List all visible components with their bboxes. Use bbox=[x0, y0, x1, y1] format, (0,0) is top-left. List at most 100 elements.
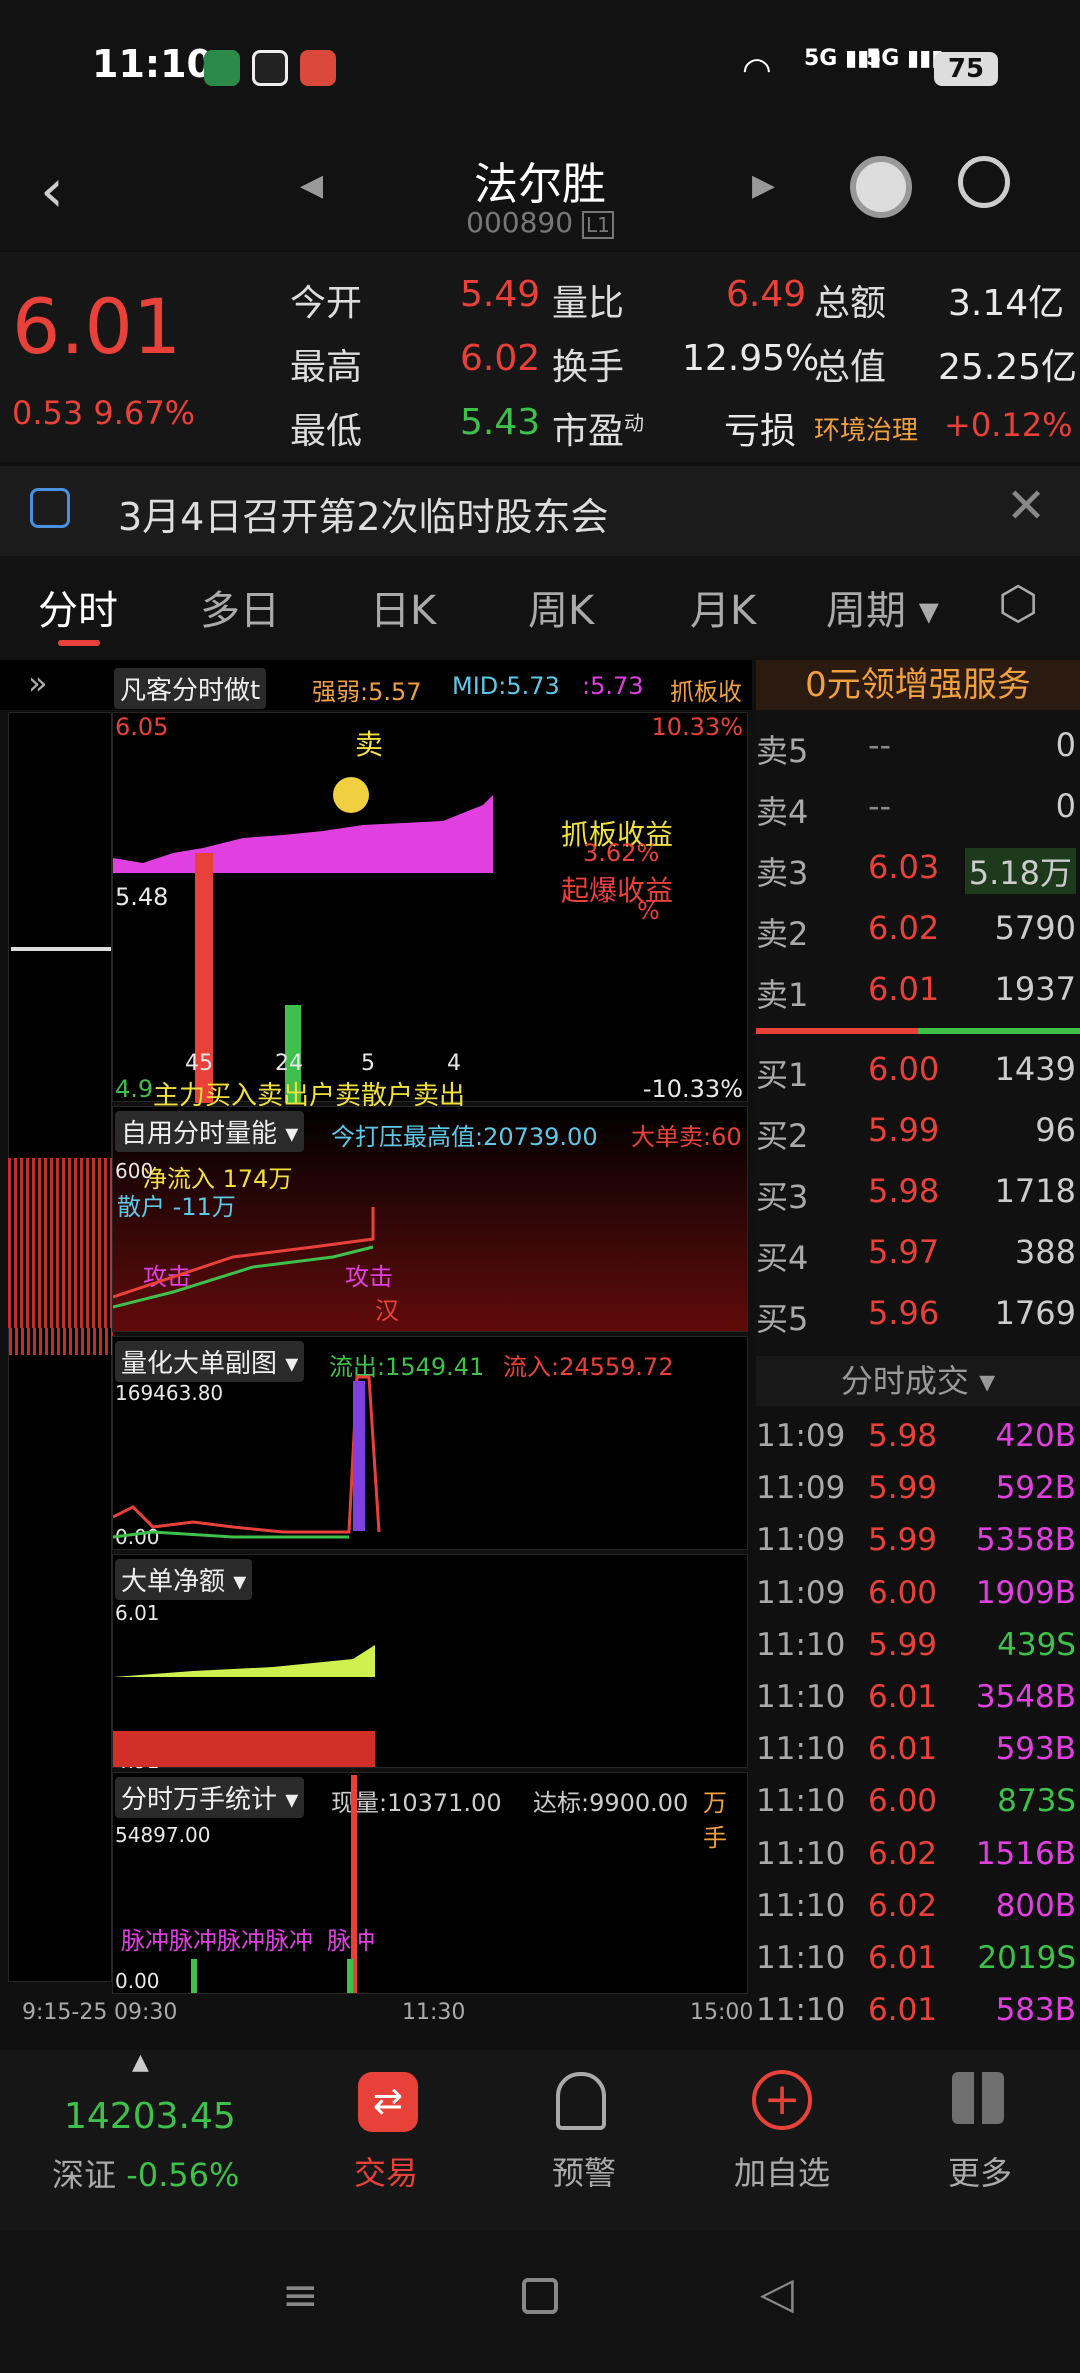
ask-volume: 1937 bbox=[994, 970, 1076, 1008]
bid-row[interactable]: 买5 5.96 1769 bbox=[756, 1284, 1080, 1344]
big-order-net-panel[interactable]: 大单净额 ▾ 6.01 4.91 bbox=[112, 1554, 748, 1773]
bid-label: 买5 bbox=[756, 1300, 809, 1338]
ask-volume: 0 bbox=[1055, 787, 1076, 825]
nav-alert[interactable]: 预警 bbox=[552, 2148, 616, 2194]
add-watchlist-icon[interactable]: + bbox=[752, 2070, 812, 2130]
ask-row[interactable]: 卖4 -- 0 bbox=[756, 777, 1080, 837]
bid-row[interactable]: 买2 5.99 96 bbox=[756, 1101, 1080, 1161]
panel5-green-bar-2 bbox=[347, 1959, 353, 1993]
bid-row[interactable]: 买1 6.00 1439 bbox=[756, 1040, 1080, 1100]
panel4-green-area bbox=[113, 1645, 375, 1677]
home-icon[interactable] bbox=[522, 2278, 558, 2314]
more-grid-icon[interactable] bbox=[952, 2072, 1004, 2124]
indicator-selector[interactable]: 凡客分时做t bbox=[114, 668, 267, 709]
main-chart[interactable]: 6.05 10.33% 5.48 4.9 -10.33% 卖 抓板收益 3.62… bbox=[112, 712, 748, 1111]
ask-row[interactable]: 卖5 -- 0 bbox=[756, 716, 1080, 776]
bid-label: 买3 bbox=[756, 1178, 809, 1216]
expand-icon[interactable]: » bbox=[28, 664, 48, 702]
ask-row[interactable]: 卖3 6.03 5.18万 bbox=[756, 838, 1080, 898]
nav-more[interactable]: 更多 bbox=[948, 2148, 1012, 2194]
trade-row: 11:10 6.02 1516B bbox=[756, 1830, 1080, 1882]
stock-name: 法尔胜 bbox=[474, 159, 606, 210]
nav-trade[interactable]: 交易 bbox=[354, 2148, 418, 2194]
trade-volume: 593B bbox=[995, 1731, 1076, 1768]
close-icon[interactable]: ✕ bbox=[1006, 478, 1046, 534]
sell-mark: 卖 bbox=[355, 728, 384, 761]
burst-profit-value: % bbox=[637, 897, 660, 925]
top-pct: 10.33% bbox=[651, 713, 743, 741]
notice-banner[interactable]: 3月4日召开第2次临时股东会 ✕ bbox=[0, 466, 1080, 556]
tab-multiday[interactable]: 多日 bbox=[200, 578, 280, 636]
trade-volume: 583B bbox=[995, 1992, 1076, 2029]
bid-row[interactable]: 买3 5.98 1718 bbox=[756, 1162, 1080, 1222]
index-expand-icon[interactable]: ▲ bbox=[132, 2050, 149, 2075]
panel2-red-line bbox=[113, 1207, 375, 1299]
smile-icon bbox=[333, 777, 369, 813]
trade-row: 11:10 6.01 3548B bbox=[756, 1673, 1080, 1725]
bottom-pct: -10.33% bbox=[642, 1075, 743, 1103]
panel4-area bbox=[113, 1645, 375, 1767]
back-nav-icon[interactable]: ◁ bbox=[760, 2268, 794, 2319]
trade-volume: 592B bbox=[995, 1470, 1076, 1507]
ask-row[interactable]: 卖1 6.01 1937 bbox=[756, 960, 1080, 1020]
price-change: 0.53 9.67% bbox=[12, 394, 196, 432]
menu-icon[interactable]: ≡ bbox=[282, 2270, 319, 2321]
time-close: 15:00 bbox=[690, 2000, 754, 2025]
trade-price: 5.99 bbox=[868, 1522, 938, 1559]
sector-link[interactable]: 环境治理 bbox=[814, 410, 918, 447]
pe-value: 亏损 bbox=[724, 411, 797, 452]
tab-monthly-k[interactable]: 月K bbox=[690, 578, 756, 636]
next-stock-button[interactable]: ▶ bbox=[752, 168, 775, 203]
trade-price: 5.99 bbox=[868, 1470, 938, 1507]
tab-daily-k[interactable]: 日K bbox=[370, 578, 436, 636]
bid-row[interactable]: 买4 5.97 388 bbox=[756, 1223, 1080, 1283]
promo-button[interactable]: 0元领增强服务 bbox=[756, 660, 1080, 710]
market-cap-label: 总值 bbox=[814, 347, 887, 388]
trade-price: 6.01 bbox=[868, 1992, 938, 2029]
trade-row: 11:09 5.99 592B bbox=[756, 1464, 1080, 1516]
tab-weekly-k[interactable]: 周K bbox=[528, 578, 594, 636]
chart-tabs: 分时 多日 日K 周K 月K 周期 ▾ ⬡ bbox=[0, 556, 1080, 656]
current-price: 6.01 bbox=[12, 282, 182, 371]
robot-assistant-icon[interactable] bbox=[850, 156, 912, 218]
bid-price: 5.98 bbox=[868, 1172, 940, 1210]
bar-label-3: 5 bbox=[361, 1051, 375, 1076]
ask-label: 卖2 bbox=[756, 915, 809, 953]
board-value: 抓板收 bbox=[670, 678, 742, 706]
bid-volume: 96 bbox=[1035, 1111, 1076, 1149]
bar-label-4: 4 bbox=[447, 1051, 461, 1076]
trade-row: 11:10 6.01 583B bbox=[756, 1986, 1080, 2038]
signal-5g-icon-2: 5G ▮▮▮ bbox=[866, 46, 944, 71]
premarket-line bbox=[11, 947, 111, 951]
sector-change: +0.12% bbox=[944, 406, 1073, 444]
bell-alert-icon[interactable] bbox=[556, 2072, 606, 2130]
search-icon[interactable] bbox=[958, 156, 1010, 208]
trade-row: 11:09 5.99 5358B bbox=[756, 1516, 1080, 1568]
tab-period[interactable]: 周期 ▾ bbox=[826, 578, 939, 636]
trade-row: 11:10 6.01 593B bbox=[756, 1725, 1080, 1777]
index-value[interactable]: 14203.45 bbox=[64, 2096, 236, 2137]
amount-value: 3.14亿 bbox=[948, 283, 1065, 324]
bid-volume: 1769 bbox=[994, 1294, 1076, 1332]
trade-row: 11:10 5.99 439S bbox=[756, 1621, 1080, 1673]
battery-icon: 75 bbox=[934, 52, 998, 86]
trade-time: 11:09 bbox=[756, 1574, 846, 1611]
trades-header[interactable]: 分时成交 ▾ bbox=[756, 1356, 1080, 1406]
tab-intraday[interactable]: 分时 bbox=[38, 578, 118, 636]
ask-volume: 5790 bbox=[994, 909, 1076, 947]
hand-stats-panel[interactable]: 分时万手统计 ▾ 现量:10371.00 达标:9900.00 万手 54897… bbox=[112, 1772, 748, 1994]
trade-price: 6.00 bbox=[868, 1574, 938, 1611]
stock-code: 000890 L1 bbox=[0, 206, 1080, 239]
nav-add-watchlist[interactable]: 加自选 bbox=[734, 2148, 830, 2194]
quant-big-order-panel[interactable]: 量化大单副图 ▾ 流出:1549.41 流入:24559.72 169463.8… bbox=[112, 1336, 748, 1550]
app-icon bbox=[300, 50, 336, 86]
volume-energy-panel[interactable]: 自用分时量能 ▾ 今打压最高值:20739.00 大单卖:60 净流入 174万… bbox=[112, 1106, 748, 1332]
ask-row[interactable]: 卖2 6.02 5790 bbox=[756, 899, 1080, 959]
index-line[interactable]: 深证 -0.56% bbox=[52, 2150, 239, 2196]
settings-icon[interactable]: ⬡ bbox=[998, 576, 1038, 630]
trade-price: 6.02 bbox=[868, 1835, 938, 1872]
ask-price: 6.02 bbox=[868, 909, 940, 947]
trade-icon[interactable]: ⇄ bbox=[358, 2072, 418, 2132]
notice-text: 3月4日召开第2次临时股东会 bbox=[118, 495, 609, 539]
bar-label-2: 24 bbox=[275, 1051, 303, 1076]
